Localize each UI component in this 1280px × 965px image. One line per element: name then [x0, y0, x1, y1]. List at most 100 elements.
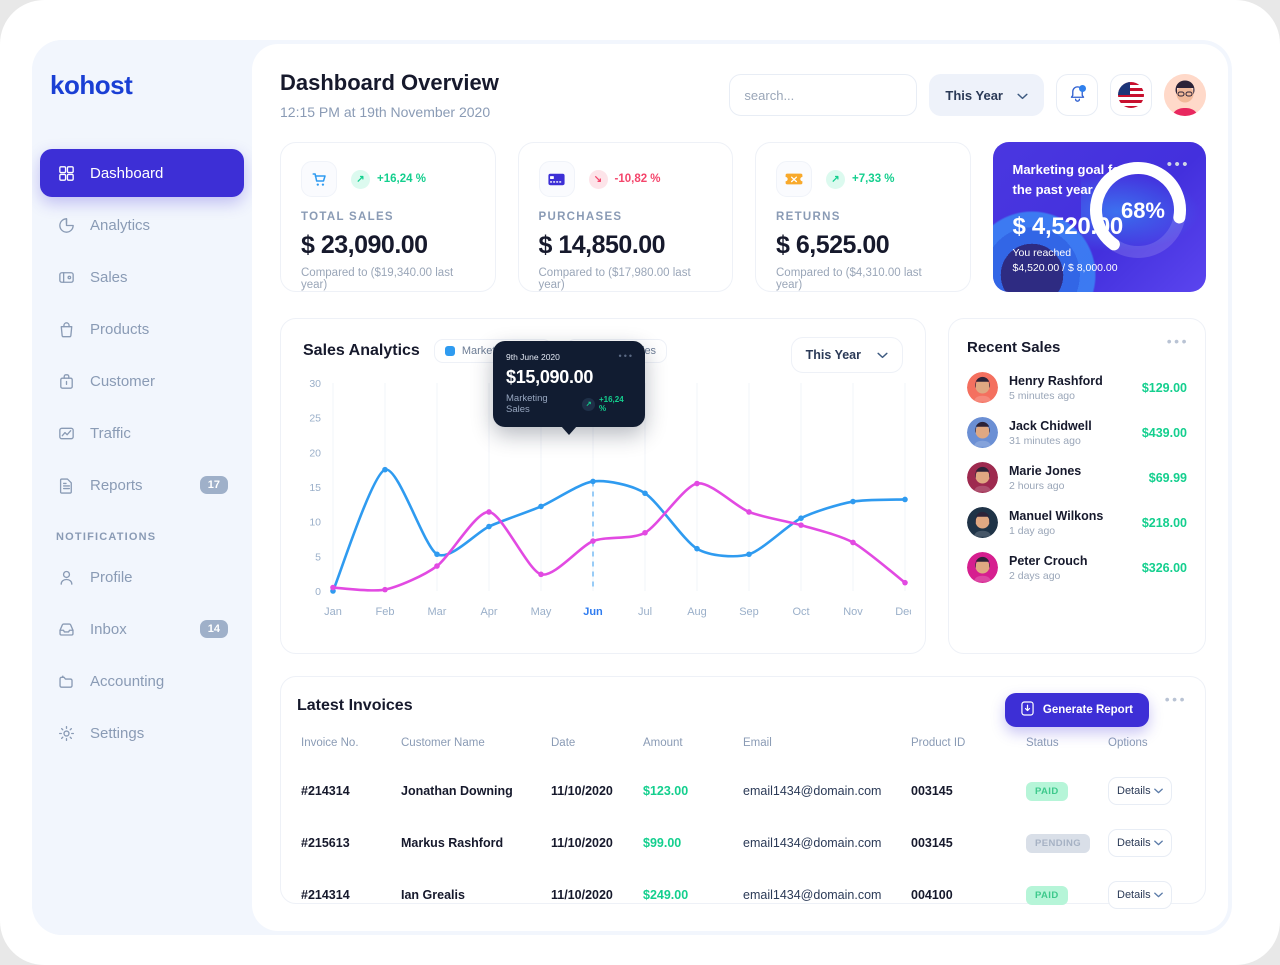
main-content: Dashboard Overview 12:15 PM at 19th Nove… — [252, 44, 1228, 931]
goal-menu-icon[interactable]: ••• — [1167, 156, 1190, 173]
tooltip-value: $15,090.00 — [506, 367, 594, 387]
sale-info: Peter Crouch 2 days ago — [1009, 554, 1131, 582]
sidebar-item-reports[interactable]: Reports 17 — [40, 461, 244, 509]
bag-icon — [56, 319, 76, 339]
details-dropdown[interactable]: Details — [1108, 829, 1172, 857]
brand-logo-text: kohost — [50, 70, 133, 100]
search-input[interactable] — [744, 87, 921, 103]
sidebar-item-settings[interactable]: Settings — [40, 709, 244, 757]
table-column-header: Amount — [643, 737, 683, 749]
cell-email: email1434@domain.com — [743, 888, 882, 902]
sidebar-item-profile[interactable]: Profile — [40, 553, 244, 601]
list-item[interactable]: Manuel Wilkons 1 day ago $218.00 — [967, 507, 1187, 538]
sidebar-item-inbox[interactable]: Inbox 14 — [40, 605, 244, 653]
recent-sales-card: ••• Recent Sales Henry Rashford 5 minutes… — [948, 318, 1206, 654]
tooltip-menu-icon[interactable]: ••• — [619, 351, 634, 361]
sale-info: Henry Rashford 5 minutes ago — [1009, 374, 1131, 402]
tooltip-pointer — [561, 426, 577, 435]
stats-row: ↗ +16,24 % TOTAL SALES $ 23,090.00 Compared … — [280, 142, 1206, 292]
user-icon — [56, 567, 76, 587]
generate-report-button[interactable]: Generate Report — [1004, 693, 1149, 727]
stat-card-value: $ 23,090.00 — [301, 231, 428, 259]
details-dropdown[interactable]: Details — [1108, 881, 1172, 909]
cell-date: 11/10/2020 — [551, 888, 613, 902]
details-dropdown[interactable]: Details — [1108, 777, 1172, 805]
chart-range-label: This Year — [805, 348, 861, 362]
sale-info: Jack Chidwell 31 minutes ago — [1009, 419, 1131, 447]
sidebar-item-products[interactable]: Products — [40, 305, 244, 353]
arrow-up-right-icon: ↗ — [582, 397, 595, 411]
invoices-table-header: Invoice No. Customer Name Date Amount Email P… — [297, 731, 1194, 765]
chart-range-select[interactable]: This Year — [790, 337, 903, 373]
stat-card-top: ↗ +16,24 % — [301, 161, 475, 197]
us-flag-icon — [1118, 82, 1144, 108]
status-badge: PENDING — [1026, 833, 1091, 853]
language-button[interactable] — [1110, 74, 1152, 116]
cell-amount: $99.00 — [643, 836, 682, 850]
sale-customer-name: Peter Crouch — [1009, 553, 1088, 568]
sidebar-item-sales[interactable]: Sales — [40, 253, 244, 301]
sidebar-nav-notifications: Profile Inbox 14 Accounting Settings — [32, 553, 252, 757]
sale-timestamp: 2 hours ago — [1009, 479, 1065, 492]
svg-text:Oct: Oct — [792, 606, 809, 618]
cell-product-id: 003145 — [911, 836, 953, 850]
legend-swatch-icon — [444, 346, 455, 356]
svg-text:Feb: Feb — [376, 606, 395, 618]
page-heading: Dashboard Overview 12:15 PM at 19th Nove… — [280, 70, 499, 120]
table-column-header: Status — [1026, 737, 1059, 749]
notifications-button[interactable] — [1056, 74, 1098, 116]
stat-card-compare: Compared to ($17,980.00 last year) — [538, 267, 691, 291]
document-icon — [56, 475, 76, 495]
credit-card-icon — [538, 161, 575, 197]
pie-chart-icon — [56, 215, 76, 235]
status-badge: PAID — [1026, 781, 1068, 801]
cell-email: email1434@domain.com — [743, 784, 882, 798]
sidebar-item-traffic[interactable]: Traffic — [40, 409, 244, 457]
marketing-goal-card: ••• Marketing goal for the past year $ 4,52… — [992, 142, 1206, 292]
cell-amount: $249.00 — [643, 888, 689, 902]
list-item[interactable]: Jack Chidwell 31 minutes ago $439.00 — [967, 417, 1187, 448]
table-column-header: Invoice No. — [301, 737, 359, 749]
topbar-actions: This Year — [729, 74, 1206, 116]
svg-text:Mar: Mar — [428, 606, 447, 618]
list-item[interactable]: Henry Rashford 5 minutes ago $129.00 — [967, 372, 1187, 403]
cell-customer-name: Ian Grealis — [401, 888, 465, 902]
sale-customer-name: Manuel Wilkons — [1009, 508, 1104, 523]
notification-dot — [1079, 85, 1086, 92]
cell-customer-name: Markus Rashford — [401, 836, 504, 850]
sidebar-item-analytics[interactable]: Analytics — [40, 201, 244, 249]
brand-logo[interactable]: kohost — [32, 70, 252, 101]
stat-card: ↘ -10,82 % PURCHASES $ 14,850.00 Compared to… — [517, 142, 733, 292]
table-column-header: Email — [743, 737, 772, 749]
sale-amount: $69.99 — [1148, 470, 1187, 485]
sidebar: kohost Dashboard Analytics Sales Products Cu… — [32, 40, 252, 935]
avatar — [967, 552, 998, 583]
cell-product-id: 004100 — [911, 888, 953, 902]
sidebar-badge: 14 — [199, 620, 228, 638]
invoices-table-body: #214314 Jonathan Downing 11/10/2020 $123.00… — [297, 765, 1194, 921]
list-item[interactable]: Peter Crouch 2 days ago $326.00 — [967, 552, 1187, 583]
avatar[interactable] — [1164, 74, 1206, 116]
sale-timestamp: 31 minutes ago — [1009, 434, 1081, 447]
details-label: Details — [1117, 837, 1151, 849]
sidebar-item-customer[interactable]: Customer — [40, 357, 244, 405]
sidebar-item-accounting[interactable]: Accounting — [40, 657, 244, 705]
table-row: #214314 Ian Grealis 11/10/2020 $249.00 email… — [297, 869, 1194, 921]
search-box[interactable] — [729, 74, 943, 116]
date-range-select[interactable]: This Year — [929, 74, 1044, 116]
avatar — [967, 417, 998, 448]
sidebar-item-dashboard[interactable]: Dashboard — [40, 149, 244, 197]
stat-trend-value: +16,24 % — [377, 173, 426, 185]
sidebar-section-label: NOTIFICATIONS — [56, 531, 157, 543]
sale-customer-name: Marie Jones — [1009, 463, 1082, 478]
recent-sales-menu-icon[interactable]: ••• — [1167, 333, 1189, 349]
table-column-header: Date — [551, 737, 576, 749]
chevron-down-icon — [877, 348, 888, 362]
sale-amount: $439.00 — [1141, 425, 1187, 440]
invoices-menu-icon[interactable]: ••• — [1165, 691, 1187, 707]
list-item[interactable]: Marie Jones 2 hours ago $69.99 — [967, 462, 1187, 493]
chart-title: Sales Analytics — [303, 342, 420, 359]
cell-invoice-no: #214314 — [301, 888, 350, 902]
sidebar-item-label: Settings — [90, 724, 145, 742]
page-title: Dashboard Overview — [280, 70, 499, 95]
